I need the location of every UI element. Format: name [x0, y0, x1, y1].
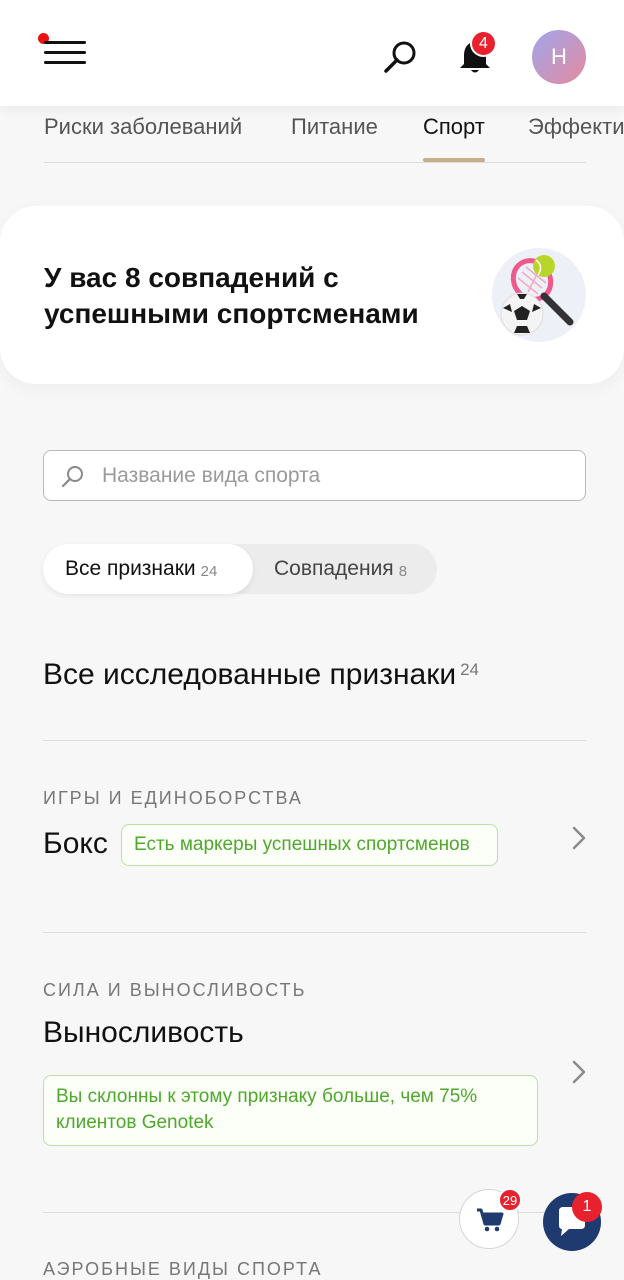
filter-all-label: Все признаки — [65, 557, 196, 580]
chat-count-badge: 1 — [572, 1192, 602, 1222]
cart-count-badge: 29 — [498, 1188, 522, 1212]
percentile-tag: Вы склонны к этому признаку больше, чем … — [43, 1075, 538, 1146]
item-category: АЭРОБНЫЕ ВИДЫ СПОРТА — [43, 1259, 323, 1279]
chevron-right-icon[interactable] — [570, 824, 588, 852]
category-tabs: Риски заболеваний Питание Спорт Эффекти — [44, 106, 624, 164]
menu-button[interactable] — [36, 32, 90, 72]
list-divider — [43, 740, 586, 741]
avatar[interactable]: Н — [532, 30, 586, 84]
hamburger-menu-icon — [44, 41, 86, 44]
tab-disease-risks[interactable]: Риски заболеваний — [44, 114, 242, 140]
item-category: СИЛА И ВЫНОСЛИВОСТЬ — [43, 980, 307, 1000]
app-header: 4 Н — [0, 0, 624, 106]
tab-nutrition[interactable]: Питание — [291, 114, 378, 140]
list-divider — [43, 932, 586, 933]
search-icon — [61, 466, 83, 488]
chevron-right-icon[interactable] — [570, 1058, 588, 1086]
percentile-tag-line1: Вы склонны к этому признаку больше, чем … — [56, 1086, 478, 1107]
section-count: 24 — [460, 660, 480, 679]
match-summary-title: У вас 8 совпадений с успешными спортсмен… — [44, 262, 419, 329]
tabs-divider — [44, 162, 586, 163]
tab-effectiveness[interactable]: Эффекти — [528, 114, 624, 140]
notifications-badge: 4 — [470, 30, 497, 57]
filter-all-signs[interactable]: Все признаки 24 — [43, 544, 253, 594]
filter-matches-count: 8 — [398, 562, 408, 580]
tab-sport[interactable]: Спорт — [423, 114, 485, 140]
search-button[interactable] — [380, 36, 422, 78]
filter-matches-label: Совпадения — [274, 557, 394, 580]
filter-all-count: 24 — [200, 562, 218, 580]
search-icon — [384, 41, 416, 73]
section-title: Все исследованные признаки 24 — [43, 658, 479, 692]
success-markers-tag: Есть маркеры успешных спортсменов — [121, 824, 498, 866]
match-summary-card: У вас 8 совпадений с успешными спортсмен… — [0, 206, 624, 384]
filter-segmented-control: Все признаки 24 Совпадения 8 — [43, 544, 437, 594]
item-category: ИГРЫ И ЕДИНОБОРСТВА — [43, 788, 303, 808]
filter-matches[interactable]: Совпадения 8 — [274, 544, 407, 594]
sport-illustration-icon — [492, 248, 586, 342]
sport-search-field[interactable] — [43, 450, 586, 501]
item-name-endurance[interactable]: Выносливость — [43, 1016, 244, 1050]
percentile-tag-line2: клиентов Genotek — [56, 1112, 214, 1133]
section-title-text: Все исследованные признаки — [43, 658, 457, 691]
sport-search-input[interactable] — [102, 459, 572, 493]
item-name-boxing[interactable]: Бокс — [43, 827, 108, 861]
